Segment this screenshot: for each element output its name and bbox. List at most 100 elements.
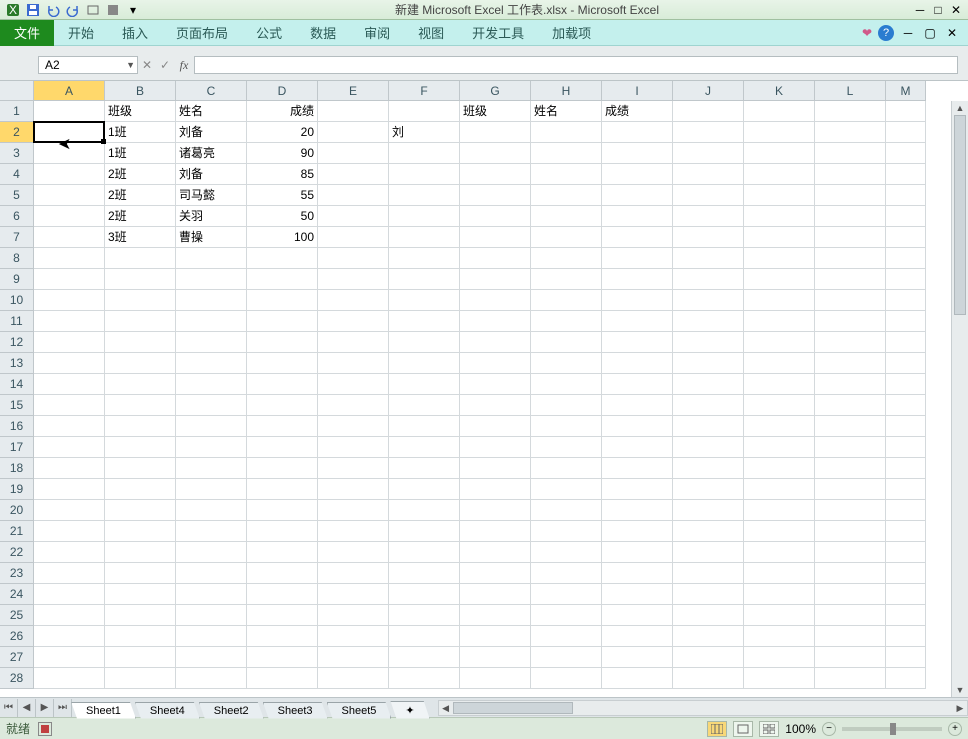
cell-F24[interactable] [389, 584, 460, 605]
cell-G19[interactable] [460, 479, 531, 500]
row-header-26[interactable]: 26 [0, 626, 34, 647]
cell-H19[interactable] [531, 479, 602, 500]
cell-A3[interactable] [34, 143, 105, 164]
cell-C2[interactable]: 刘备 [176, 122, 247, 143]
cell-K22[interactable] [744, 542, 815, 563]
cell-L4[interactable] [815, 164, 886, 185]
row-header-17[interactable]: 17 [0, 437, 34, 458]
cell-I17[interactable] [602, 437, 673, 458]
row-header-14[interactable]: 14 [0, 374, 34, 395]
cell-L6[interactable] [815, 206, 886, 227]
sheet-tab-Sheet3[interactable]: Sheet3 [263, 702, 328, 719]
sheet-nav-prev-icon[interactable]: ◀ [18, 699, 36, 717]
cell-B27[interactable] [105, 647, 176, 668]
cell-H14[interactable] [531, 374, 602, 395]
column-header-J[interactable]: J [673, 81, 744, 101]
row-header-5[interactable]: 5 [0, 185, 34, 206]
cell-C14[interactable] [176, 374, 247, 395]
cell-E3[interactable] [318, 143, 389, 164]
cell-K9[interactable] [744, 269, 815, 290]
cell-L11[interactable] [815, 311, 886, 332]
cell-D4[interactable]: 85 [247, 164, 318, 185]
cell-A11[interactable] [34, 311, 105, 332]
cell-A15[interactable] [34, 395, 105, 416]
cell-M19[interactable] [886, 479, 926, 500]
ribbon-tab-1[interactable]: 插入 [108, 22, 162, 45]
cell-K25[interactable] [744, 605, 815, 626]
cell-A10[interactable] [34, 290, 105, 311]
cell-G12[interactable] [460, 332, 531, 353]
cell-J6[interactable] [673, 206, 744, 227]
cell-D7[interactable]: 100 [247, 227, 318, 248]
cell-K10[interactable] [744, 290, 815, 311]
cell-K1[interactable] [744, 101, 815, 122]
cell-I22[interactable] [602, 542, 673, 563]
cell-C26[interactable] [176, 626, 247, 647]
cell-C20[interactable] [176, 500, 247, 521]
cell-B19[interactable] [105, 479, 176, 500]
cell-H20[interactable] [531, 500, 602, 521]
zoom-out-button[interactable]: − [822, 722, 836, 736]
cell-D15[interactable] [247, 395, 318, 416]
cell-I12[interactable] [602, 332, 673, 353]
zoom-slider[interactable] [842, 727, 942, 731]
cell-J8[interactable] [673, 248, 744, 269]
cell-H26[interactable] [531, 626, 602, 647]
help-icon[interactable]: ? [878, 25, 894, 41]
cell-K8[interactable] [744, 248, 815, 269]
column-header-B[interactable]: B [105, 81, 176, 101]
row-header-4[interactable]: 4 [0, 164, 34, 185]
cell-E16[interactable] [318, 416, 389, 437]
column-header-E[interactable]: E [318, 81, 389, 101]
cell-K15[interactable] [744, 395, 815, 416]
cell-E26[interactable] [318, 626, 389, 647]
cell-D27[interactable] [247, 647, 318, 668]
cell-M27[interactable] [886, 647, 926, 668]
cell-E13[interactable] [318, 353, 389, 374]
cell-J7[interactable] [673, 227, 744, 248]
cell-E4[interactable] [318, 164, 389, 185]
ribbon-tab-7[interactable]: 开发工具 [458, 22, 538, 45]
row-header-21[interactable]: 21 [0, 521, 34, 542]
cell-C17[interactable] [176, 437, 247, 458]
row-header-2[interactable]: 2 [0, 122, 34, 143]
cell-J10[interactable] [673, 290, 744, 311]
column-header-I[interactable]: I [602, 81, 673, 101]
cell-J18[interactable] [673, 458, 744, 479]
cell-G13[interactable] [460, 353, 531, 374]
normal-view-icon[interactable] [707, 721, 727, 737]
sheet-tab-Sheet1[interactable]: Sheet1 [71, 702, 136, 719]
cell-L24[interactable] [815, 584, 886, 605]
cell-G14[interactable] [460, 374, 531, 395]
zoom-level[interactable]: 100% [785, 722, 816, 736]
cell-M2[interactable] [886, 122, 926, 143]
cell-J13[interactable] [673, 353, 744, 374]
ribbon-heart-icon[interactable]: ❤ [862, 26, 872, 40]
maximize-button[interactable]: □ [930, 3, 946, 17]
cell-F12[interactable] [389, 332, 460, 353]
cell-D21[interactable] [247, 521, 318, 542]
cell-I3[interactable] [602, 143, 673, 164]
cell-A18[interactable] [34, 458, 105, 479]
cell-E1[interactable] [318, 101, 389, 122]
hscroll-thumb[interactable] [453, 702, 573, 714]
scroll-down-icon[interactable]: ▼ [952, 683, 968, 697]
cell-M24[interactable] [886, 584, 926, 605]
cell-H1[interactable]: 姓名 [531, 101, 602, 122]
cell-H8[interactable] [531, 248, 602, 269]
row-header-13[interactable]: 13 [0, 353, 34, 374]
cell-D19[interactable] [247, 479, 318, 500]
cell-C23[interactable] [176, 563, 247, 584]
cell-A19[interactable] [34, 479, 105, 500]
sheet-nav-first-icon[interactable]: ⏮ [0, 699, 18, 717]
cell-K28[interactable] [744, 668, 815, 689]
column-header-M[interactable]: M [886, 81, 926, 101]
cell-G23[interactable] [460, 563, 531, 584]
cell-H2[interactable] [531, 122, 602, 143]
cell-A21[interactable] [34, 521, 105, 542]
cell-F15[interactable] [389, 395, 460, 416]
column-header-G[interactable]: G [460, 81, 531, 101]
name-box[interactable]: A2 ▼ [38, 56, 138, 74]
redo-icon[interactable] [64, 2, 82, 18]
cell-G25[interactable] [460, 605, 531, 626]
